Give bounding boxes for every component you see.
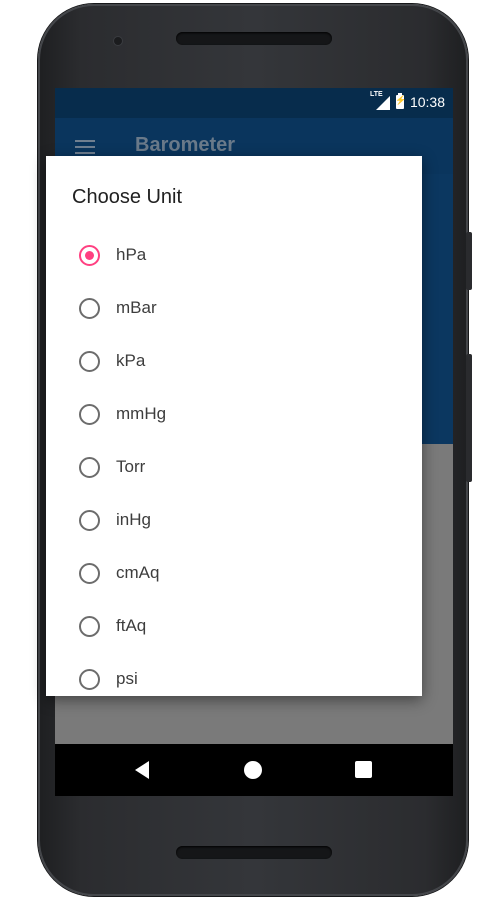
unit-option-label: cmAq bbox=[116, 563, 160, 582]
unit-option-label: Torr bbox=[116, 457, 146, 476]
unit-option-cmaq[interactable]: cmAq bbox=[79, 558, 399, 588]
unit-option-label: inHg bbox=[116, 510, 151, 529]
unit-option-hpa[interactable]: hPa bbox=[79, 240, 399, 270]
radio-button-icon[interactable] bbox=[79, 350, 100, 372]
status-icons: LTE 10:38 bbox=[370, 91, 445, 110]
radio-button-icon[interactable] bbox=[79, 456, 100, 478]
recent-apps-icon[interactable] bbox=[355, 761, 372, 778]
unit-option-mbar[interactable]: mBar bbox=[79, 293, 399, 323]
hamburger-menu-icon[interactable] bbox=[75, 140, 95, 154]
unit-option-psi[interactable]: psi bbox=[79, 664, 399, 694]
choose-unit-dialog: Choose Unit hPa mBar kPa mmHg Torr inHg cmAq ft… bbox=[46, 156, 422, 696]
dialog-title: Choose Unit bbox=[72, 186, 183, 208]
signal-icon: LTE bbox=[370, 91, 390, 110]
radio-button-icon[interactable] bbox=[79, 509, 100, 531]
unit-option-label: psi bbox=[116, 669, 138, 688]
unit-option-inhg[interactable]: inHg bbox=[79, 505, 399, 535]
power-button bbox=[466, 232, 472, 290]
home-icon[interactable] bbox=[244, 761, 262, 779]
radio-button-icon[interactable] bbox=[79, 297, 100, 319]
unit-option-label: mBar bbox=[116, 298, 157, 317]
radio-button-icon[interactable] bbox=[79, 668, 100, 690]
clock: 10:38 bbox=[409, 94, 445, 110]
status-bar: LTE 10:38 bbox=[55, 88, 453, 118]
unit-option-kpa[interactable]: kPa bbox=[79, 346, 399, 376]
unit-option-mmhg[interactable]: mmHg bbox=[79, 399, 399, 429]
front-camera bbox=[114, 37, 122, 45]
radio-button-icon[interactable] bbox=[79, 403, 100, 425]
unit-option-label: mmHg bbox=[116, 404, 167, 423]
unit-option-label: ftAq bbox=[116, 616, 147, 635]
radio-button-icon[interactable] bbox=[79, 244, 100, 266]
navigation-bar bbox=[55, 744, 453, 796]
back-icon[interactable] bbox=[135, 761, 149, 779]
top-speaker bbox=[176, 32, 332, 45]
network-type: LTE bbox=[369, 91, 383, 98]
app-title: Barometer bbox=[135, 134, 236, 156]
battery-icon bbox=[395, 93, 406, 109]
unit-option-label: hPa bbox=[116, 245, 147, 264]
radio-button-icon[interactable] bbox=[79, 562, 100, 584]
unit-option-torr[interactable]: Torr bbox=[79, 452, 399, 482]
bottom-speaker bbox=[176, 846, 332, 859]
unit-option-ftaq[interactable]: ftAq bbox=[79, 611, 399, 641]
radio-button-icon[interactable] bbox=[79, 615, 100, 637]
unit-option-label: kPa bbox=[116, 351, 146, 370]
volume-button bbox=[466, 354, 472, 482]
